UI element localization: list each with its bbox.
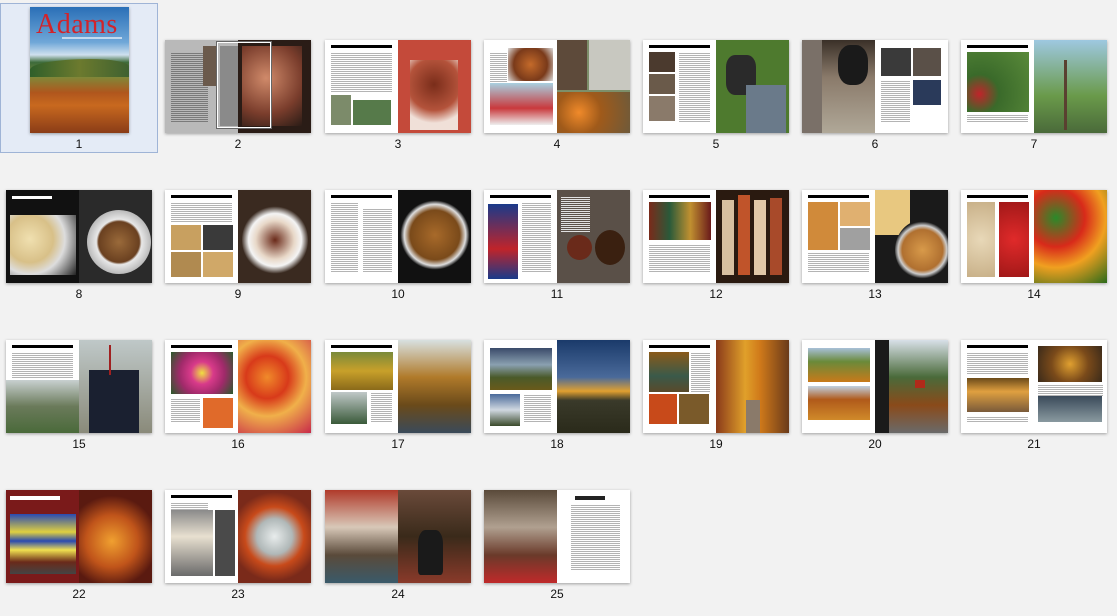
page-thumbnail-9[interactable] xyxy=(165,190,311,283)
page-20-left xyxy=(802,340,875,433)
page-label-17: 17 xyxy=(391,437,405,451)
page-21-left xyxy=(961,340,1034,433)
page-18-left xyxy=(484,340,557,433)
page-thumbnail-7[interactable] xyxy=(961,40,1107,133)
page-7-left xyxy=(961,40,1034,133)
page-label-22: 22 xyxy=(72,587,86,601)
page-thumbnail-8[interactable] xyxy=(6,190,152,283)
page-thumbnail-21[interactable] xyxy=(961,340,1107,433)
page-14-left xyxy=(961,190,1034,283)
page-thumbnail-18[interactable] xyxy=(484,340,630,433)
page-16-right xyxy=(238,340,311,433)
page-label-20: 20 xyxy=(868,437,882,451)
page-11-right xyxy=(557,190,630,283)
page-4-right xyxy=(557,40,630,133)
page-14-right xyxy=(1034,190,1107,283)
page-5-left xyxy=(643,40,716,133)
page-thumbnail-25[interactable] xyxy=(484,490,630,583)
page-18-right xyxy=(557,340,630,433)
page-label-9: 9 xyxy=(234,287,242,301)
page-5-right xyxy=(716,40,789,133)
page-label-6: 6 xyxy=(871,137,879,151)
page-8-left xyxy=(6,190,79,283)
page-24-left xyxy=(325,490,398,583)
page-thumbnail-23[interactable] xyxy=(165,490,311,583)
page-label-1: 1 xyxy=(75,137,83,151)
page-label-7: 7 xyxy=(1030,137,1038,151)
page-12-left xyxy=(643,190,716,283)
page-label-2: 2 xyxy=(234,137,242,151)
page-label-8: 8 xyxy=(75,287,83,301)
page-thumbnail-5[interactable] xyxy=(643,40,789,133)
page-22-left xyxy=(6,490,79,583)
page-17-right xyxy=(398,340,471,433)
page-thumbnail-4[interactable] xyxy=(484,40,630,133)
page-thumbnail-15[interactable] xyxy=(6,340,152,433)
page-6-left xyxy=(802,40,875,133)
page-15-right xyxy=(79,340,152,433)
page-thumbnail-6[interactable] xyxy=(802,40,948,133)
page-label-14: 14 xyxy=(1027,287,1041,301)
page-20-right xyxy=(875,340,948,433)
page-thumbnail-19[interactable] xyxy=(643,340,789,433)
page-label-15: 15 xyxy=(72,437,86,451)
page-12-right xyxy=(716,190,789,283)
page-thumbnail-16[interactable] xyxy=(165,340,311,433)
page-6-right xyxy=(875,40,948,133)
page-thumbnail-14[interactable] xyxy=(961,190,1107,283)
page-10-right xyxy=(398,190,471,283)
page-11-left xyxy=(484,190,557,283)
page-23-left xyxy=(165,490,238,583)
page-22-right xyxy=(79,490,152,583)
page-thumbnail-17[interactable] xyxy=(325,340,471,433)
page-thumbnail-10[interactable] xyxy=(325,190,471,283)
page-thumbnail-13[interactable] xyxy=(802,190,948,283)
page-7-right xyxy=(1034,40,1107,133)
page-13-right xyxy=(875,190,948,283)
page-thumbnail-22[interactable] xyxy=(6,490,152,583)
page-label-4: 4 xyxy=(553,137,561,151)
page-2-crop-box xyxy=(217,42,271,128)
page-10-left xyxy=(325,190,398,283)
page-thumbnail-2[interactable] xyxy=(165,40,311,133)
page-17-left xyxy=(325,340,398,433)
page-19-right xyxy=(716,340,789,433)
page-3-right xyxy=(398,40,471,133)
page-label-16: 16 xyxy=(231,437,245,451)
page-25-left xyxy=(484,490,557,583)
page-23-right xyxy=(238,490,311,583)
page-9-right xyxy=(238,190,311,283)
page-3-left xyxy=(325,40,398,133)
page-label-5: 5 xyxy=(712,137,720,151)
page-19-left xyxy=(643,340,716,433)
page-4-left xyxy=(484,40,557,133)
page-13-left xyxy=(802,190,875,283)
page-24-right xyxy=(398,490,471,583)
page-16-left xyxy=(165,340,238,433)
page-thumbnail-20[interactable] xyxy=(802,340,948,433)
page-label-11: 11 xyxy=(550,287,564,301)
page-thumbnail-12[interactable] xyxy=(643,190,789,283)
page-thumbnail-24[interactable] xyxy=(325,490,471,583)
page-25-right xyxy=(557,490,630,583)
page-label-3: 3 xyxy=(394,137,402,151)
page-label-19: 19 xyxy=(709,437,723,451)
page-label-25: 25 xyxy=(550,587,564,601)
page-label-21: 21 xyxy=(1027,437,1041,451)
page-label-23: 23 xyxy=(231,587,245,601)
page-thumbnail-11[interactable] xyxy=(484,190,630,283)
page-label-12: 12 xyxy=(709,287,723,301)
page-15-left xyxy=(6,340,79,433)
page-label-10: 10 xyxy=(391,287,405,301)
cover-landscape xyxy=(30,59,129,77)
page-8-right xyxy=(79,190,152,283)
page-label-24: 24 xyxy=(391,587,405,601)
page-21-right xyxy=(1034,340,1107,433)
page-thumbnail-1[interactable]: Adams xyxy=(30,7,129,133)
page-9-left xyxy=(165,190,238,283)
cover-subtitle-line xyxy=(62,37,122,39)
page-thumbnail-3[interactable] xyxy=(325,40,471,133)
page-label-13: 13 xyxy=(868,287,882,301)
page-label-18: 18 xyxy=(550,437,564,451)
